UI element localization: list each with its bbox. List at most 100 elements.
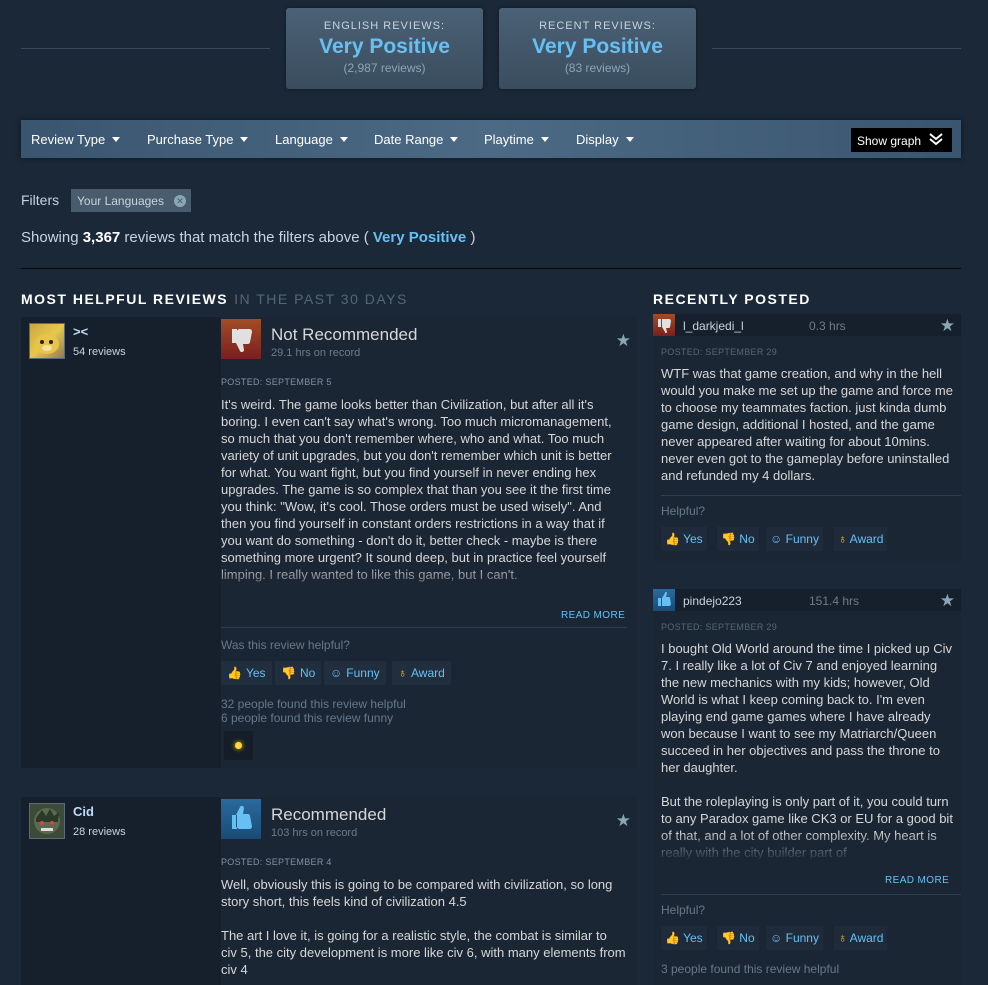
hours-on-record: 103 hrs on record bbox=[271, 827, 358, 839]
star-icon[interactable]: ★ bbox=[940, 316, 955, 336]
found-funny-count: 6 people found this review funny bbox=[221, 711, 394, 725]
double-chevron-down-icon bbox=[928, 132, 944, 147]
recent-reviews-count: (83 reviews) bbox=[564, 61, 631, 75]
vote-yes-label: Yes bbox=[683, 931, 703, 945]
read-more-link[interactable]: READ MORE bbox=[885, 875, 949, 886]
reviewer-review-count[interactable]: 28 reviews bbox=[73, 826, 126, 838]
vote-no-button[interactable]: 👎 No bbox=[275, 661, 322, 685]
recommendation-label[interactable]: Recommended bbox=[271, 805, 386, 825]
filter-purchase-type-label: Purchase Type bbox=[147, 132, 234, 147]
thumbs-down-icon: 👎 bbox=[721, 532, 736, 546]
vote-yes-button[interactable]: 👍 Yes bbox=[221, 661, 272, 685]
reviewer-review-count[interactable]: 54 reviews bbox=[73, 346, 126, 358]
posted-date: POSTED: SEPTEMBER 5 bbox=[221, 377, 332, 387]
english-reviews-label: English Reviews: bbox=[323, 20, 446, 32]
filter-review-type[interactable]: Review Type bbox=[31, 132, 121, 147]
award-button[interactable]: ♁ Award bbox=[392, 661, 451, 685]
found-helpful-count: 32 people found this review helpful bbox=[221, 697, 406, 711]
showing-count: 3,367 bbox=[82, 229, 121, 246]
reviewer-name[interactable]: l_darkjedi_l bbox=[683, 319, 744, 333]
recent-reviews-rating: Very Positive bbox=[532, 35, 663, 58]
vote-funny-button[interactable]: ☺ Funny bbox=[324, 661, 386, 685]
avatar[interactable] bbox=[29, 323, 65, 359]
vote-yes-label: Yes bbox=[245, 666, 266, 680]
review-text-fade bbox=[661, 831, 953, 861]
thumbs-up-icon: 👍 bbox=[665, 532, 680, 546]
review-separator bbox=[661, 495, 961, 496]
filter-date-range[interactable]: Date Range bbox=[374, 132, 459, 147]
english-reviews-summary[interactable]: English Reviews: Very Positive (2,987 re… bbox=[286, 8, 483, 89]
caret-down-icon bbox=[240, 137, 249, 142]
vote-yes-button[interactable]: 👍 Yes bbox=[661, 527, 707, 551]
vote-no-label: No bbox=[739, 931, 755, 945]
recent-reviews-label: Recent Reviews: bbox=[539, 20, 656, 32]
reviewer-name[interactable]: Cid bbox=[73, 804, 94, 819]
filter-display-label: Display bbox=[576, 132, 619, 147]
helpful-question: Helpful? bbox=[661, 903, 706, 917]
caret-down-icon bbox=[540, 137, 549, 142]
recommendation-label[interactable]: Not Recommended bbox=[271, 325, 417, 345]
helpful-question: Was this review helpful? bbox=[221, 638, 350, 652]
reviewer-name[interactable]: >< bbox=[73, 324, 88, 339]
smiley-icon: ☺ bbox=[770, 532, 783, 546]
vote-yes-label: Yes bbox=[683, 532, 703, 546]
filter-date-range-label: Date Range bbox=[374, 132, 444, 147]
thumbs-up-icon bbox=[653, 589, 675, 611]
award-label: Award bbox=[411, 666, 445, 680]
found-helpful-count: 3 people found this review helpful bbox=[661, 962, 840, 976]
recent-reviews-summary[interactable]: Recent Reviews: Very Positive (83 review… bbox=[499, 8, 696, 89]
thumbs-up-icon: 👍 bbox=[227, 666, 242, 680]
showing-summary: Showing 3,367 reviews that match the fil… bbox=[21, 229, 475, 246]
vote-no-button[interactable]: 👎 No bbox=[717, 527, 759, 551]
filter-language-label: Language bbox=[275, 132, 333, 147]
caret-down-icon bbox=[112, 137, 121, 142]
recently-posted-heading: RECENTLY POSTED bbox=[653, 291, 811, 307]
filter-review-type-label: Review Type bbox=[31, 132, 106, 147]
received-award-icon[interactable] bbox=[224, 731, 253, 760]
vote-no-button[interactable]: 👎 No bbox=[717, 926, 759, 950]
avatar[interactable] bbox=[29, 803, 65, 839]
star-icon[interactable]: ★ bbox=[616, 331, 631, 351]
award-button[interactable]: ♁ Award bbox=[834, 926, 888, 950]
filter-language[interactable]: Language bbox=[275, 132, 348, 147]
caret-down-icon bbox=[625, 137, 634, 142]
showing-mid: reviews that match the filters above ( bbox=[120, 229, 373, 246]
thumbs-up-icon: 👍 bbox=[665, 931, 680, 945]
show-graph-button[interactable]: Show graph bbox=[851, 128, 952, 152]
remove-filter-icon[interactable]: ✕ bbox=[173, 195, 186, 207]
hours-on-record: 151.4 hrs bbox=[809, 594, 860, 608]
vote-yes-button[interactable]: 👍 Yes bbox=[661, 926, 707, 950]
english-reviews-rating: Very Positive bbox=[319, 35, 450, 58]
award-button[interactable]: ♁ Award bbox=[834, 527, 888, 551]
caret-down-icon bbox=[450, 137, 459, 142]
star-icon[interactable]: ★ bbox=[616, 811, 631, 831]
showing-suffix: ) bbox=[466, 229, 476, 246]
review-text-paragraph-1: I bought Old World around the time I pic… bbox=[661, 641, 952, 775]
hours-on-record: 29.1 hrs on record bbox=[271, 347, 361, 359]
review-text-paragraph-2: The art I love it, is going for a realis… bbox=[221, 928, 626, 977]
star-icon[interactable]: ★ bbox=[940, 591, 955, 611]
filter-purchase-type[interactable]: Purchase Type bbox=[147, 132, 249, 147]
active-filter-chip[interactable]: Your Languages ✕ bbox=[71, 189, 191, 212]
showing-prefix: Showing bbox=[21, 229, 83, 246]
english-reviews-count: (2,987 reviews) bbox=[343, 61, 426, 75]
filter-playtime-label: Playtime bbox=[484, 132, 534, 147]
section-divider bbox=[21, 268, 961, 269]
caret-down-icon bbox=[339, 137, 348, 142]
review-filter-bar: Review Type Purchase Type Language Date … bbox=[21, 120, 961, 158]
hours-on-record: 0.3 hrs bbox=[809, 319, 846, 333]
posted-date: POSTED: SEPTEMBER 29 bbox=[661, 347, 778, 357]
review-text: WTF was that game creation, and why in t… bbox=[661, 366, 953, 483]
thumbs-down-icon bbox=[653, 314, 675, 336]
vote-funny-button[interactable]: ☺ Funny bbox=[766, 527, 823, 551]
read-more-link[interactable]: READ MORE bbox=[561, 610, 625, 621]
vote-funny-button[interactable]: ☺ Funny bbox=[766, 926, 823, 950]
vote-funny-label: Funny bbox=[785, 931, 819, 945]
show-graph-label: Show graph bbox=[857, 134, 922, 148]
review-text-fade bbox=[221, 563, 626, 597]
award-label: Award bbox=[849, 532, 884, 546]
reviewer-name[interactable]: pindejo223 bbox=[683, 594, 742, 608]
filter-display[interactable]: Display bbox=[576, 132, 634, 147]
filter-playtime[interactable]: Playtime bbox=[484, 132, 549, 147]
posted-date: POSTED: SEPTEMBER 29 bbox=[661, 622, 778, 632]
